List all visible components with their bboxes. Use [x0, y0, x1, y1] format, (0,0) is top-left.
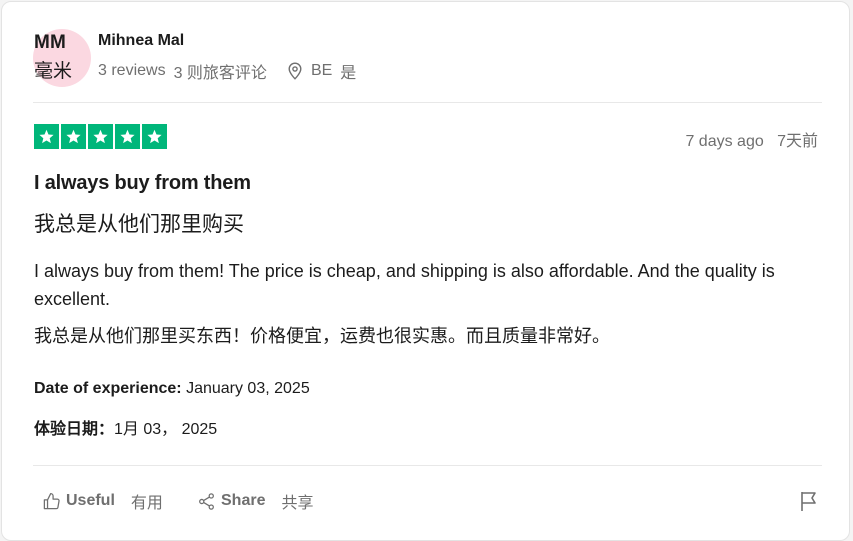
share-label: Share	[221, 492, 266, 509]
footer-divider	[33, 465, 822, 466]
star-icon	[34, 124, 59, 149]
header-divider	[33, 102, 822, 103]
avatar[interactable]: MM 毫米	[33, 29, 91, 87]
review-title[interactable]: I always buy from them	[34, 172, 251, 195]
experience-date: Date of experience: January 03, 2025	[34, 380, 310, 398]
reviewer-name[interactable]: Mihnea Mal	[98, 32, 184, 50]
thumbs-up-icon	[42, 492, 61, 511]
location-pin-icon	[287, 62, 303, 80]
share-button[interactable]: Share 共享	[197, 489, 313, 513]
useful-button[interactable]: Useful 有用	[42, 489, 163, 513]
useful-label-translation: 有用	[130, 495, 163, 512]
avatar-initials-translation: 毫米	[34, 61, 73, 82]
star-icon	[61, 124, 86, 149]
star-icon	[88, 124, 113, 149]
useful-label: Useful	[66, 492, 115, 509]
country-code: BE	[310, 62, 333, 79]
avatar-initials: MM	[34, 32, 67, 53]
review-date-zh: 7天前	[777, 133, 818, 150]
share-label-translation: 共享	[281, 495, 314, 512]
review-body-translation: 我总是从他们那里买东西！价格便宜，运费也很实惠。而且质量非常好。	[34, 326, 610, 346]
flag-icon[interactable]	[799, 490, 819, 517]
review-card: MM 毫米 Mihnea Mal 3 reviews 3 则旅客评论 BE 是 …	[1, 1, 850, 541]
experience-date-label-zh: 体验日期：	[34, 421, 115, 438]
review-count: 3 reviews	[98, 62, 166, 79]
star-icon	[115, 124, 140, 149]
reviewer-meta: 3 reviews 3 则旅客评论 BE 是	[98, 59, 356, 83]
review-date: 7 days ago 7天前	[685, 127, 818, 151]
star-icon	[142, 124, 167, 149]
review-title-translation: 我总是从他们那里购买	[34, 213, 244, 236]
share-icon	[197, 492, 216, 511]
review-body: I always buy from them! The price is che…	[34, 261, 775, 309]
experience-date-label: Date of experience:	[34, 380, 182, 397]
review-date-en: 7 days ago	[685, 133, 764, 150]
star-rating	[34, 124, 167, 149]
experience-date-value-zh: 1月 03， 2025	[114, 421, 218, 438]
review-count-translation: 3 则旅客评论	[173, 65, 267, 82]
country-translation: 是	[340, 65, 357, 82]
experience-date-value: January 03, 2025	[186, 380, 310, 397]
experience-date-translation: 体验日期：1月 03， 2025	[34, 415, 217, 439]
